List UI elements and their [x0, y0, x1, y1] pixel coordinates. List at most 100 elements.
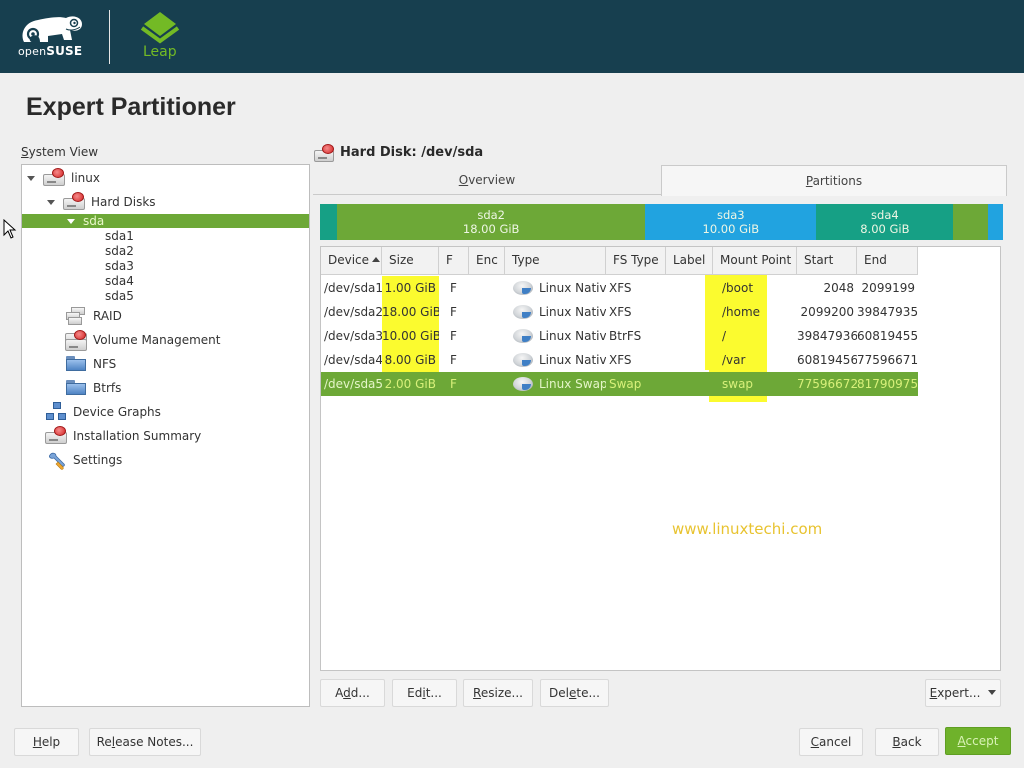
resize-partition-button[interactable]: Resize... [463, 679, 533, 707]
tree-item-label: NFS [93, 357, 117, 371]
tree-item-device-graphs[interactable]: Device Graphs [22, 402, 309, 422]
tree-item-settings[interactable]: Settings [22, 450, 309, 470]
disk-segment-sda2[interactable]: sda2 18.00 GiB [337, 204, 646, 240]
tree-item-label: sda5 [105, 288, 134, 303]
cell-end: 39847935 [857, 305, 918, 319]
table-row[interactable]: /dev/sda11.00 GiB F Linux NativeXFS/boot 20… [321, 276, 918, 300]
tree-item-label: sda2 [105, 243, 134, 258]
settings-icon [45, 450, 67, 470]
tab-overview[interactable]: Overview [313, 166, 661, 195]
cell-format-flag: F [450, 329, 457, 343]
tree-item-label: Volume Management [93, 333, 221, 347]
cell-type-text: Linux Swap [539, 377, 606, 391]
column-header-fs-type[interactable]: FS Type [606, 247, 666, 275]
tree-item-sda2[interactable]: sda2 [22, 243, 309, 258]
column-header-enc[interactable]: Enc [469, 247, 505, 275]
add-partition-button[interactable]: Add... [320, 679, 385, 707]
expand-arrow-icon[interactable] [67, 218, 75, 224]
tree-item-installation-summary[interactable]: Installation Summary [22, 426, 309, 446]
tree-item-sda3[interactable]: sda3 [22, 258, 309, 273]
cell-start: 60819456 [797, 353, 857, 367]
tree-item-label: sda [83, 214, 105, 228]
leap-label: Leap [143, 44, 177, 60]
tree-item-sda1[interactable]: sda1 [22, 228, 309, 243]
cell-format-flag: F [450, 305, 457, 319]
mouse-pointer-icon [3, 219, 17, 239]
tree-item-nfs[interactable]: NFS [22, 354, 309, 374]
table-row[interactable]: /dev/sda48.00 GiB F Linux NativeXFS/var 608… [321, 348, 918, 372]
segment-size: 8.00 GiB [860, 222, 910, 236]
disk-segment-sda4[interactable]: sda4 8.00 GiB [816, 204, 954, 240]
cell-label [666, 348, 713, 372]
back-button[interactable]: Back [875, 728, 939, 756]
cell-format-flag: F [450, 281, 457, 295]
tree-item-hard-disks[interactable]: Hard Disks [22, 192, 309, 212]
cell-device: /dev/sda3 [324, 329, 382, 343]
column-header-device[interactable]: Device [321, 247, 382, 275]
tree-item-sda4[interactable]: sda4 [22, 273, 309, 288]
cell-label [666, 276, 713, 300]
cell-type: Linux Native [505, 348, 606, 372]
column-header-type[interactable]: Type [505, 247, 606, 275]
accept-button[interactable]: Accept [945, 727, 1011, 755]
partitions-table[interactable]: Device Size F Enc Type FS Type Label Mou… [320, 246, 1001, 671]
table-row[interactable]: /dev/sda218.00 GiB F Linux NativeXFS/home 2… [321, 300, 918, 324]
disk-segment-sda1[interactable] [320, 204, 338, 240]
tree-item-sda5[interactable]: sda5 [22, 288, 309, 303]
column-header-f[interactable]: F [439, 247, 469, 275]
device-graphs-icon [45, 402, 67, 422]
column-header-start[interactable]: Start [797, 247, 857, 275]
cell-end: 2099199 [861, 281, 915, 295]
column-header-mount-point[interactable]: Mount Point [713, 247, 797, 275]
cell-start: 77596672 [797, 377, 857, 391]
edit-partition-button[interactable]: Edit... [392, 679, 457, 707]
cell-device: /dev/sda5 [324, 377, 382, 391]
expand-arrow-icon[interactable] [47, 199, 55, 205]
delete-partition-button[interactable]: Delete... [540, 679, 609, 707]
disk-segment-sda3[interactable]: sda3 10.00 GiB [645, 204, 817, 240]
column-header-end[interactable]: End [857, 247, 918, 275]
disk-segment-free[interactable] [987, 204, 1003, 240]
system-view-label: System View [21, 145, 99, 159]
cell-format-flag: F [450, 353, 457, 367]
leap-logo: Leap [138, 10, 182, 62]
cell-type-text: Linux Native [539, 305, 606, 319]
cell-label [666, 372, 713, 396]
partition-type-icon [513, 305, 533, 319]
column-header-label[interactable]: Label [666, 247, 713, 275]
raid-icon [65, 306, 87, 326]
tree-item-label: Installation Summary [73, 429, 202, 443]
tree-item-btrfs[interactable]: Btrfs [22, 378, 309, 398]
cell-start: 2048 [823, 281, 854, 295]
tree-item-label: linux [71, 171, 100, 185]
installation-summary-icon [45, 426, 67, 446]
disk-segment-sda5[interactable] [953, 204, 988, 240]
cell-size: 2.00 GiB [384, 377, 436, 391]
cancel-button[interactable]: Cancel [799, 728, 863, 756]
table-row[interactable]: /dev/sda310.00 GiB F Linux NativeBtrFS / 398… [321, 324, 918, 348]
expand-arrow-icon[interactable] [27, 175, 35, 181]
tab-partitions[interactable]: Partitions [661, 165, 1007, 196]
help-button[interactable]: Help [14, 728, 79, 756]
page-title: Expert Partitioner [26, 93, 236, 121]
cell-fs-type: BtrFS [609, 329, 642, 343]
table-row[interactable]: /dev/sda5 2.00 GiB F Linux Swap Swap swap 7759… [321, 372, 918, 396]
cell-device: /dev/sda2 [324, 305, 382, 319]
tree-item-linux[interactable]: linux [22, 168, 309, 188]
segment-name: sda3 [716, 208, 745, 222]
system-view-tree[interactable]: linux Hard Disks sda sda1 sda2 sda3 sda4… [21, 164, 310, 707]
cell-encryption [469, 324, 505, 348]
tree-item-label: sda3 [105, 258, 134, 273]
btrfs-folder-icon [65, 378, 87, 398]
header-bar: openSUSE Leap [0, 0, 1024, 73]
tree-item-sda[interactable]: sda [22, 214, 309, 228]
cell-type-text: Linux Native [539, 329, 606, 343]
tree-item-volume-management[interactable]: Volume Management [22, 330, 309, 351]
cell-mount-point: /var [722, 353, 746, 367]
release-notes-button[interactable]: Release Notes... [89, 728, 201, 756]
expert-menu-button[interactable]: Expert... [925, 679, 1001, 707]
column-header-size[interactable]: Size [382, 247, 439, 275]
cell-size: 8.00 GiB [382, 348, 439, 372]
cell-mount-point: / [722, 329, 727, 343]
tree-item-raid[interactable]: RAID [22, 306, 309, 326]
